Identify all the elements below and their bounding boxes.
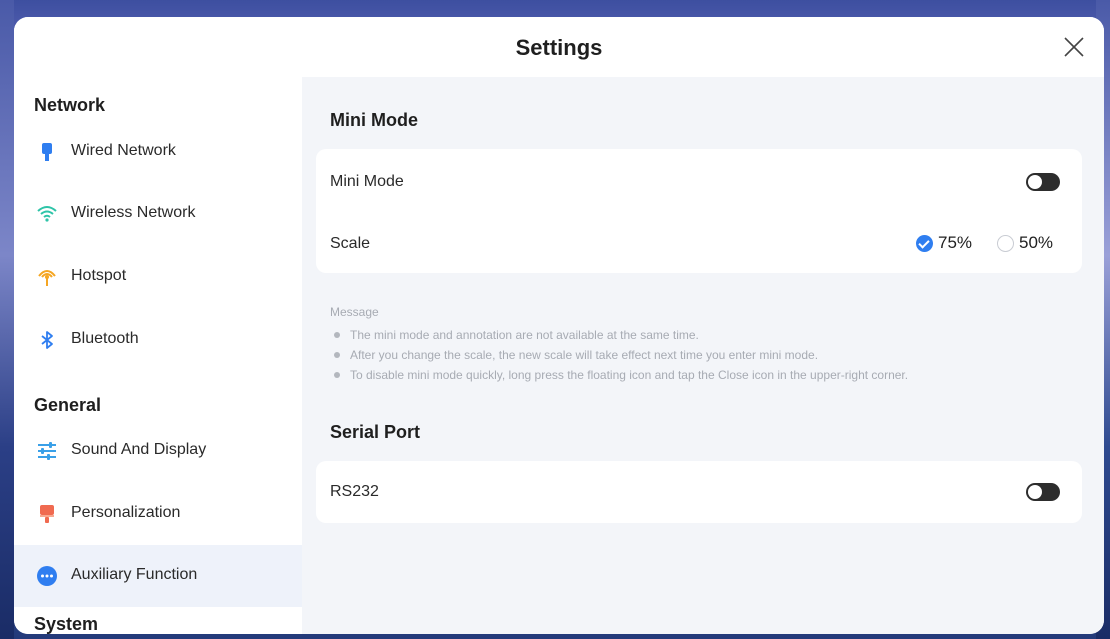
message-item: After you change the scale, the new scal…: [330, 345, 908, 365]
sidebar-item-wired-network[interactable]: Wired Network: [14, 121, 302, 183]
sidebar-item-wireless-network[interactable]: Wireless Network: [14, 183, 302, 245]
scale-label: Scale: [330, 235, 371, 252]
settings-content: Mini Mode Mini Mode Scale 75% 50% Messag…: [302, 77, 1104, 634]
sliders-icon: [38, 442, 56, 460]
bluetooth-icon: [41, 331, 53, 349]
toggle-knob: [1028, 175, 1042, 189]
serial-port-card: RS232: [316, 461, 1082, 523]
sidebar-item-label: Wired Network: [71, 142, 176, 159]
sidebar-item-hotspot[interactable]: Hotspot: [14, 246, 302, 308]
dialog-header: Settings: [14, 17, 1104, 77]
sidebar-item-auxiliary-function[interactable]: Auxiliary Function: [14, 545, 302, 607]
desktop-background-left: [0, 0, 14, 639]
sidebar-item-label: Bluetooth: [71, 330, 139, 347]
more-icon: [37, 566, 57, 586]
scale-option-label: 50%: [1019, 233, 1054, 252]
mini-mode-message: Message The mini mode and annotation are…: [330, 305, 908, 385]
ethernet-icon: [42, 143, 52, 161]
sidebar-item-label: Wireless Network: [71, 204, 196, 221]
mini-mode-section-title: Mini Mode: [330, 110, 418, 130]
sidebar-item-label: Personalization: [71, 504, 181, 521]
rs232-label: RS232: [330, 483, 379, 500]
mini-mode-toggle[interactable]: [1026, 173, 1060, 191]
scale-option-75[interactable]: 75%: [916, 233, 972, 253]
mini-mode-label: Mini Mode: [330, 173, 404, 190]
radio-checked-icon: [916, 234, 933, 252]
close-icon: [1064, 37, 1084, 57]
scale-option-50[interactable]: 50%: [997, 233, 1053, 253]
toggle-knob: [1028, 485, 1042, 499]
dialog-title: Settings: [515, 35, 603, 60]
serial-port-section-title: Serial Port: [330, 422, 421, 442]
close-button[interactable]: [1062, 35, 1086, 59]
sidebar-item-label: Auxiliary Function: [71, 566, 198, 583]
rs232-toggle[interactable]: [1026, 483, 1060, 501]
message-list: The mini mode and annotation are not ava…: [330, 325, 908, 385]
radio-unchecked-icon: [997, 234, 1014, 252]
sidebar-item-personalization[interactable]: Personalization: [14, 483, 302, 545]
settings-dialog: Settings Network Wired Network Wireless …: [14, 17, 1104, 634]
brush-icon: [40, 505, 54, 523]
scale-option-label: 75%: [938, 233, 973, 252]
mini-mode-card: Mini Mode Scale 75% 50%: [316, 149, 1082, 273]
message-title: Message: [330, 305, 379, 319]
sidebar-item-label: Sound And Display: [71, 441, 207, 458]
sidebar-section-system: System: [34, 614, 99, 634]
sidebar-item-sound-and-display[interactable]: Sound And Display: [14, 420, 302, 482]
wifi-icon: [37, 206, 57, 222]
message-item: To disable mini mode quickly, long press…: [330, 365, 908, 385]
hotspot-icon: [38, 270, 56, 286]
message-item: The mini mode and annotation are not ava…: [330, 325, 908, 345]
settings-sidebar: Network Wired Network Wireless Network H…: [14, 77, 302, 634]
sidebar-section-network: Network: [34, 95, 106, 115]
sidebar-item-label: Hotspot: [71, 267, 127, 284]
sidebar-item-bluetooth[interactable]: Bluetooth: [14, 309, 302, 371]
sidebar-section-general: General: [34, 395, 102, 415]
